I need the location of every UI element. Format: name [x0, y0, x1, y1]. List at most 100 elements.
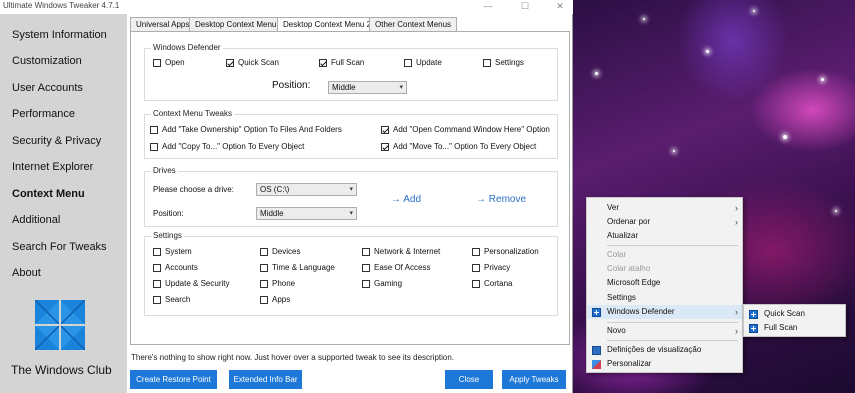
checkbox-icon	[153, 58, 161, 67]
menu-item-personalizar[interactable]: Personalizar	[587, 357, 742, 371]
checkbox-checked-icon	[226, 58, 234, 67]
sidebar-item-about[interactable]: About	[12, 267, 41, 279]
menu-item-ordenar-por[interactable]: Ordenar por ›	[587, 215, 742, 229]
menu-item-atualizar[interactable]: Atualizar	[587, 229, 742, 243]
sidebar-item-additional[interactable]: Additional	[12, 214, 60, 226]
checkbox-checked-icon	[319, 58, 327, 67]
settings-time-language-checkbox[interactable]: Time & Language	[260, 263, 335, 272]
checkbox-icon	[260, 263, 268, 272]
chevron-right-icon: ›	[735, 326, 738, 336]
sidebar-item-performance[interactable]: Performance	[12, 108, 75, 120]
personalize-icon	[592, 360, 601, 369]
sidebar-item-context-menu[interactable]: Context Menu	[12, 188, 85, 200]
checkbox-icon	[260, 247, 268, 256]
star	[595, 72, 598, 75]
menu-item-settings[interactable]: Settings	[587, 291, 742, 305]
sidebar-item-system-information[interactable]: System Information	[12, 29, 107, 41]
defender-open-checkbox[interactable]: Open	[153, 58, 185, 67]
menu-separator	[607, 245, 738, 246]
arrow-right-icon: →	[476, 194, 489, 205]
windows-defender-submenu: Quick Scan Full Scan	[743, 304, 846, 337]
tab-other-context-menus[interactable]: Other Context Menus	[369, 17, 458, 32]
windows-logo-icon	[34, 299, 86, 351]
checkbox-icon	[153, 263, 161, 272]
window-title: Ultimate Windows Tweaker 4.7.1	[3, 1, 120, 10]
menu-separator	[607, 340, 738, 341]
checkbox-icon	[150, 125, 158, 134]
close-window-button[interactable]: ✕	[550, 0, 570, 14]
star	[753, 10, 755, 12]
menu-item-microsoft-edge[interactable]: Microsoft Edge	[587, 276, 742, 290]
settings-update-security-checkbox[interactable]: Update & Security	[153, 279, 229, 288]
create-restore-point-button[interactable]: Create Restore Point	[130, 370, 217, 389]
tab-desktop-context-menu[interactable]: Desktop Context Menu	[189, 17, 283, 32]
display-settings-icon	[592, 346, 601, 355]
settings-group: Settings System Devices Network & Intern…	[144, 231, 558, 316]
checkbox-icon	[362, 279, 370, 288]
drive-position-select[interactable]: Middle ▾	[256, 207, 357, 220]
maximize-button[interactable]: ☐	[515, 0, 535, 14]
settings-cortana-checkbox[interactable]: Cortana	[472, 279, 512, 288]
take-ownership-checkbox[interactable]: Add "Take Ownership" Option To Files And…	[150, 125, 342, 134]
defender-update-checkbox[interactable]: Update	[404, 58, 442, 67]
defender-quick-scan-checkbox[interactable]: Quick Scan	[226, 58, 279, 67]
submenu-item-quick-scan[interactable]: Quick Scan	[744, 307, 845, 321]
star	[783, 135, 787, 139]
settings-devices-checkbox[interactable]: Devices	[260, 247, 300, 256]
copy-to-checkbox[interactable]: Add "Copy To..." Option To Every Object	[150, 142, 304, 151]
arrow-right-icon: →	[391, 194, 404, 205]
settings-privacy-checkbox[interactable]: Privacy	[472, 263, 510, 272]
checkbox-icon	[150, 142, 158, 151]
context-menu-tweaks-group: Context Menu Tweaks Add "Take Ownership"…	[144, 109, 558, 159]
menu-item-novo[interactable]: Novo ›	[587, 324, 742, 338]
settings-gaming-checkbox[interactable]: Gaming	[362, 279, 402, 288]
sidebar-item-internet-explorer[interactable]: Internet Explorer	[12, 161, 93, 173]
windows-club-logo	[34, 299, 86, 351]
checkbox-icon	[362, 263, 370, 272]
sidebar-item-search-for-tweaks[interactable]: Search For Tweaks	[12, 241, 107, 253]
apply-tweaks-button[interactable]: Apply Tweaks	[502, 370, 566, 389]
drive-select[interactable]: OS (C:\) ▾	[256, 183, 357, 196]
checkbox-icon	[362, 247, 370, 256]
menu-item-colar-atalho[interactable]: Colar atalho	[587, 262, 742, 276]
sidebar-item-security-privacy[interactable]: Security & Privacy	[12, 135, 101, 147]
sidebar-item-customization[interactable]: Customization	[12, 55, 82, 67]
context-menu-tweaks-title: Context Menu Tweaks	[151, 109, 235, 118]
chevron-right-icon: ›	[735, 203, 738, 213]
settings-system-checkbox[interactable]: System	[153, 247, 192, 256]
settings-apps-checkbox[interactable]: Apps	[260, 295, 290, 304]
submenu-item-full-scan[interactable]: Full Scan	[744, 321, 845, 335]
extended-info-bar-button[interactable]: Extended Info Bar	[229, 370, 302, 389]
defender-full-scan-checkbox[interactable]: Full Scan	[319, 58, 364, 67]
settings-search-checkbox[interactable]: Search	[153, 295, 190, 304]
windows-defender-icon	[592, 308, 601, 317]
settings-personalization-checkbox[interactable]: Personalization	[472, 247, 539, 256]
sidebar-item-user-accounts[interactable]: User Accounts	[12, 82, 83, 94]
checkbox-icon	[472, 263, 480, 272]
star	[673, 150, 675, 152]
tab-universal-apps[interactable]: Universal Apps	[130, 17, 196, 32]
minimize-button[interactable]: —	[478, 0, 498, 14]
remove-drive-button[interactable]: → Remove	[476, 194, 526, 205]
menu-item-ver[interactable]: Ver ›	[587, 201, 742, 215]
desktop-context-menu: Ver › Ordenar por › Atualizar Colar Colar …	[586, 197, 743, 373]
defender-position-select[interactable]: Middle ▾	[328, 81, 407, 94]
settings-ease-of-access-checkbox[interactable]: Ease Of Access	[362, 263, 430, 272]
checkbox-icon	[260, 279, 268, 288]
checkbox-icon	[472, 247, 480, 256]
menu-item-definicoes-visualizacao[interactable]: Definições de visualização	[587, 343, 742, 357]
checkbox-icon	[404, 58, 412, 67]
defender-settings-checkbox[interactable]: Settings	[483, 58, 524, 67]
menu-item-colar[interactable]: Colar	[587, 248, 742, 262]
move-to-checkbox[interactable]: Add "Move To..." Option To Every Object	[381, 142, 536, 151]
settings-network-checkbox[interactable]: Network & Internet	[362, 247, 440, 256]
settings-phone-checkbox[interactable]: Phone	[260, 279, 295, 288]
description-hint: There's nothing to show right now. Just …	[131, 353, 455, 362]
close-button[interactable]: Close	[445, 370, 493, 389]
chevron-down-icon: ▾	[399, 84, 403, 91]
add-drive-button[interactable]: → Add	[391, 194, 421, 205]
open-command-window-checkbox[interactable]: Add "Open Command Window Here" Option	[381, 125, 550, 134]
settings-accounts-checkbox[interactable]: Accounts	[153, 263, 198, 272]
menu-item-windows-defender[interactable]: Windows Defender ›	[587, 305, 742, 319]
windows-defender-title: Windows Defender	[151, 43, 223, 52]
